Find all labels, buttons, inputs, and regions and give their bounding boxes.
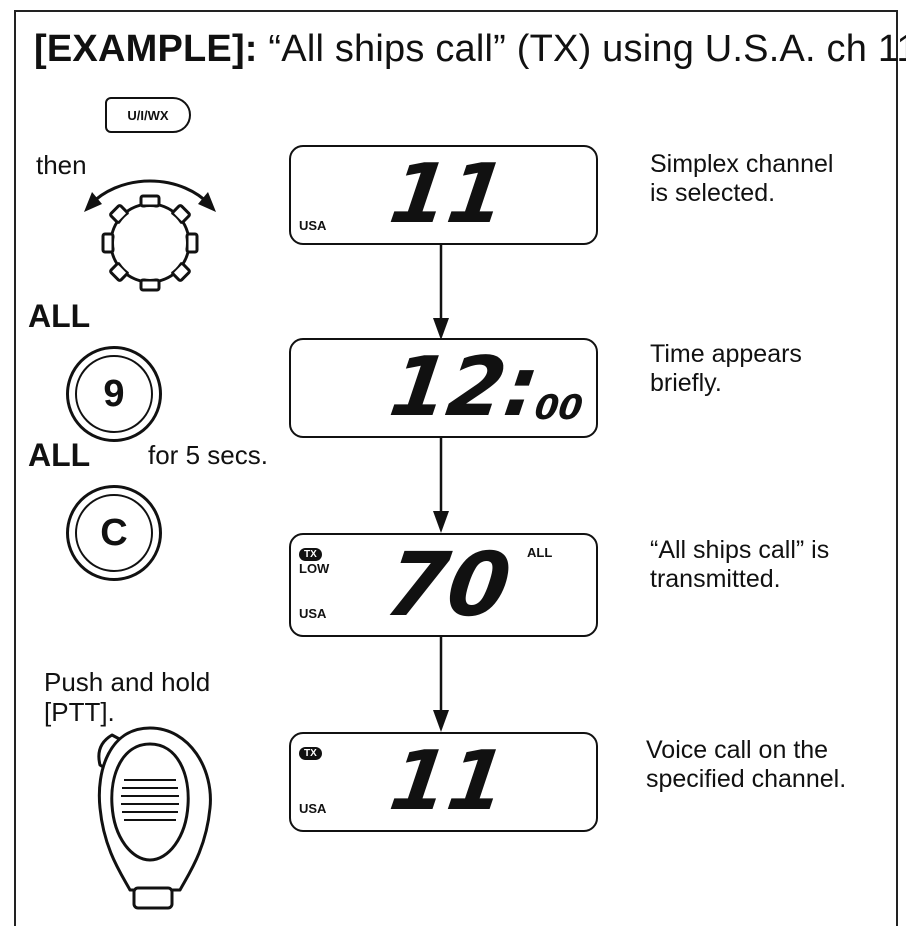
uiwx-key[interactable]: U/I/WX: [105, 97, 191, 133]
lcd3-all-indicator: ALL: [527, 545, 553, 560]
step-4-description: Voice call on the specified channel.: [646, 736, 847, 793]
page-title: [EXAMPLE]: “All ships call” (TX) using U…: [34, 28, 906, 70]
all-label-2: ALL: [28, 437, 91, 473]
hold-duration-label: for 5 secs.: [148, 440, 268, 470]
lcd3-digits: 70: [379, 533, 517, 636]
lcd3-region: USA: [299, 606, 327, 621]
ptt-label: [PTT].: [44, 697, 115, 727]
all-label-1: ALL: [28, 298, 91, 334]
push-hold-label: Push and hold: [44, 667, 211, 697]
key-9-button[interactable]: 9: [66, 346, 162, 442]
step-2-description: Time appears briefly.: [650, 340, 802, 397]
lcd1-region: USA: [299, 218, 327, 233]
lcd2-small-digits: 00: [532, 388, 586, 428]
lcd4-region: USA: [299, 801, 327, 816]
step-1-description: Simplex channel is selected.: [650, 150, 834, 207]
lcd-display-4: TX USA 11: [289, 732, 598, 832]
lcd3-tx-indicator: TX: [299, 545, 322, 561]
lcd4-digits: 11: [384, 734, 512, 829]
step-3-description: “All ships call” is transmitted.: [650, 536, 830, 593]
lcd4-tx-indicator: TX: [299, 744, 322, 760]
key-c-button[interactable]: C: [66, 485, 162, 581]
key-c-label: C: [75, 494, 153, 572]
then-label: then: [36, 150, 87, 180]
lcd3-power-level: LOW: [299, 561, 330, 576]
lcd-display-3: TX LOW USA 70 ALL: [289, 533, 598, 637]
key-9-label: 9: [75, 355, 153, 433]
lcd2-digits: 12:: [384, 340, 545, 435]
lcd1-digits: 11: [384, 147, 512, 242]
lcd-display-1: USA 11: [289, 145, 598, 245]
lcd-display-2: 12: 00: [289, 338, 598, 438]
